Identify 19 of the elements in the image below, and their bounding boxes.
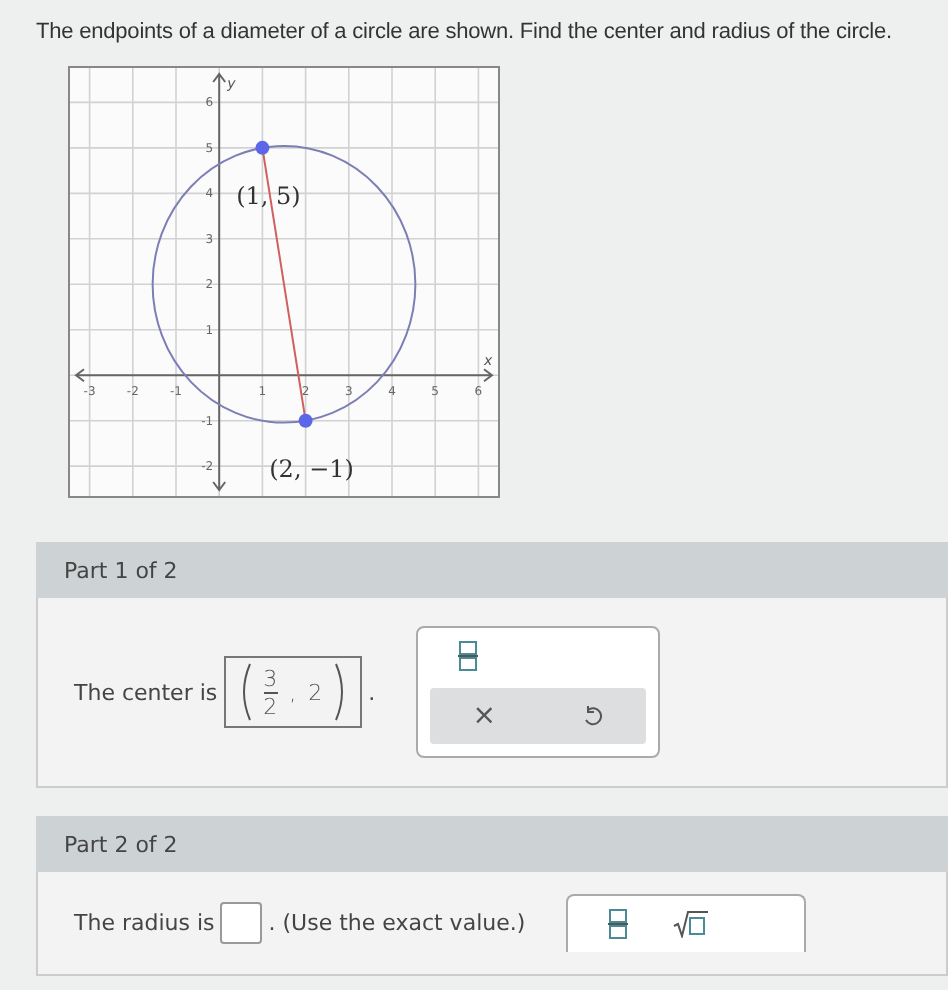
prompt-end-text: . <box>368 679 376 705</box>
point[interactable] <box>255 140 270 155</box>
square-root-icon[interactable] <box>671 910 708 938</box>
point[interactable] <box>298 413 313 428</box>
clear-button[interactable]: × <box>460 700 508 732</box>
undo-icon <box>582 705 603 727</box>
point-label: (2, −1) <box>269 454 354 483</box>
prompt-text: The radius is <box>74 910 215 936</box>
left-parenthesis-icon <box>237 662 252 722</box>
part-header: Part 2 of 2 <box>36 816 948 872</box>
answer-field[interactable] <box>220 902 263 944</box>
point-label: (1, 5) <box>236 181 301 210</box>
fraction-icon[interactable] <box>607 908 628 940</box>
fraction-icon[interactable] <box>457 640 478 672</box>
part-header: Part 1 of 2 <box>36 542 948 598</box>
right-parenthesis-icon <box>334 662 349 722</box>
question-text: The endpoints of a diameter of a circle are shown. Find the center and radius of the circle. <box>36 20 894 44</box>
prompt-text: The center is <box>74 679 218 705</box>
prompt-end-text: . (Use the exact value.) <box>268 910 526 936</box>
